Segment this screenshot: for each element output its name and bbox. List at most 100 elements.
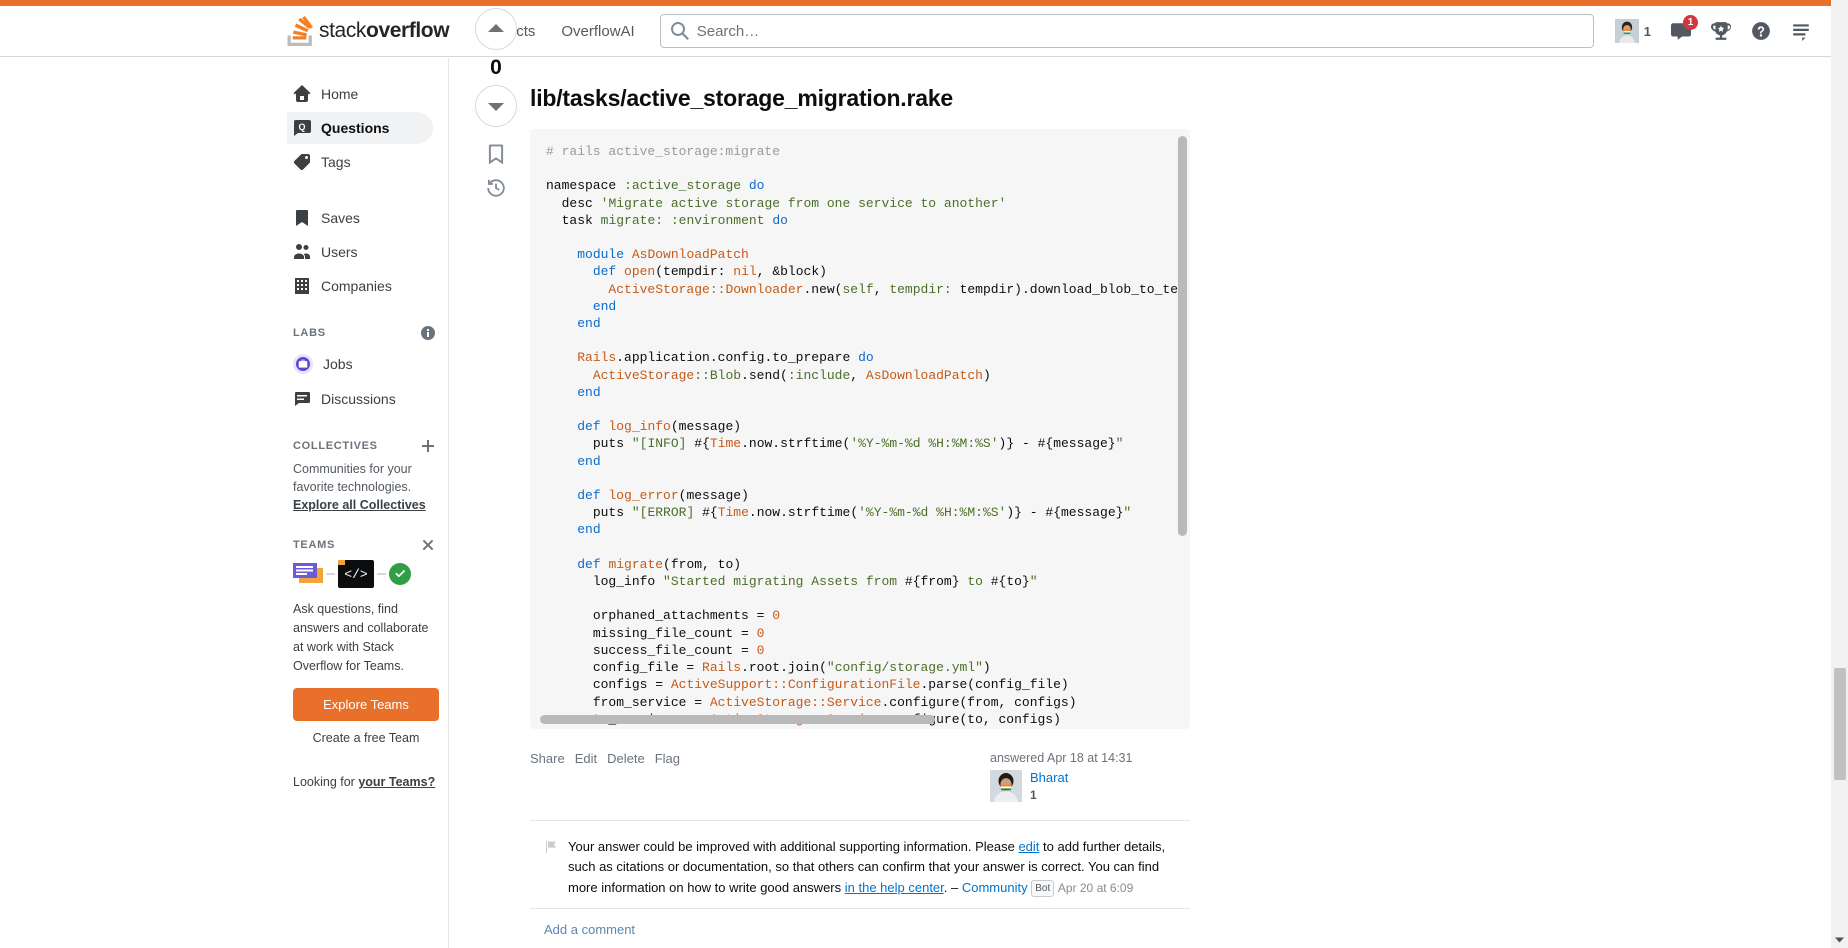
chat-bubble-icon (293, 563, 323, 585)
inbox-badge: 1 (1683, 15, 1698, 30)
svg-text:Q: Q (298, 122, 305, 132)
code-vertical-scrollbar[interactable] (1178, 136, 1187, 536)
sidebar-item-label: Users (321, 244, 358, 260)
briefcase-icon (293, 354, 313, 374)
question-icon: Q (293, 119, 311, 137)
delete-button[interactable]: Delete (607, 751, 645, 766)
answer-main-content: lib/tasks/active_storage_migration.rake … (530, 58, 1190, 937)
hamburger-icon (1791, 21, 1811, 41)
sidebar-item-label: Companies (321, 278, 392, 294)
sidebar-item-companies[interactable]: Companies (287, 270, 433, 302)
teams-graphic: </> (293, 560, 439, 589)
chevron-down-icon[interactable] (1834, 932, 1845, 943)
looking-for-prefix: Looking for (293, 775, 359, 790)
sidebar-item-tags[interactable]: Tags (287, 146, 433, 178)
comment-text: Your answer could be improved with addit… (568, 837, 1190, 898)
bookmark-icon[interactable] (485, 143, 507, 165)
sidebar-item-jobs[interactable]: Jobs (287, 347, 433, 381)
logo-text-bold: overflow (366, 19, 450, 42)
building-icon (293, 277, 311, 295)
discussion-icon (293, 390, 311, 408)
trophy-icon (1711, 21, 1732, 41)
upvote-button[interactable] (475, 8, 517, 50)
bookmark-icon (293, 209, 311, 227)
teams-copy: Ask questions, find answers and collabor… (293, 602, 429, 673)
flag-icon[interactable] (544, 840, 558, 854)
flag-button[interactable]: Flag (655, 751, 680, 766)
sidebar-item-discussions[interactable]: Discussions (287, 383, 433, 415)
comment-author-link[interactable]: Community (962, 880, 1028, 895)
teams-title: TEAMS (293, 539, 335, 552)
sidebar-item-saves[interactable]: Saves (287, 202, 433, 234)
sidebar-item-users[interactable]: Users (287, 236, 433, 268)
create-free-team-link[interactable]: Create a free Team (293, 731, 439, 745)
avatar (1614, 19, 1639, 43)
connector-dash (326, 573, 335, 576)
browser-scrollbar-thumb[interactable] (1834, 668, 1846, 780)
sidebar-item-label: Home (321, 86, 359, 102)
page-root: stackoverflow Products OverflowAI (0, 0, 1848, 948)
edit-button[interactable]: Edit (575, 751, 597, 766)
site-switcher-button[interactable] (1782, 15, 1820, 47)
looking-for-teams: Looking for your Teams? (293, 775, 439, 789)
comment-date: Apr 20 at 6:09 (1057, 880, 1134, 895)
downvote-button[interactable] (475, 85, 517, 127)
search-icon (670, 21, 689, 40)
code-block[interactable]: # rails active_storage:migrate namespace… (530, 129, 1190, 729)
author-reputation: 1 (1030, 788, 1037, 803)
users-icon (293, 243, 311, 261)
user-meta: Bharat 1 (1030, 770, 1068, 802)
inbox-button[interactable]: 1 (1662, 15, 1700, 47)
comment-part-1: Your answer could be improved with addit… (568, 839, 1019, 855)
home-icon (293, 85, 311, 103)
history-icon[interactable] (485, 177, 507, 199)
sidebar-item-questions[interactable]: Q Questions (287, 112, 433, 144)
stackoverflow-logo[interactable]: stackoverflow (287, 16, 450, 46)
your-teams-link[interactable]: your Teams? (358, 775, 435, 789)
logo-wordmark: stackoverflow (319, 19, 450, 43)
check-circle-icon (389, 563, 411, 586)
sidebar-item-label: Questions (321, 120, 390, 136)
explore-teams-button[interactable]: Explore Teams (293, 688, 439, 722)
help-icon (1751, 21, 1771, 41)
share-button[interactable]: Share (530, 751, 565, 766)
site-header: stackoverflow Products OverflowAI (0, 6, 1848, 57)
info-icon[interactable] (421, 326, 435, 340)
avatar[interactable] (990, 770, 1022, 802)
comment-help-center-link[interactable]: in the help center (845, 880, 944, 895)
vote-score: 0 (490, 56, 502, 79)
add-comment-link[interactable]: Add a comment (530, 907, 1190, 937)
search-input[interactable] (696, 15, 1593, 47)
sidebar-item-home[interactable]: Home (287, 78, 433, 110)
help-button[interactable] (1742, 15, 1780, 47)
answered-timestamp: answered Apr 18 at 14:31 (990, 751, 1133, 765)
vote-column: 0 (475, 8, 517, 199)
user-profile-button[interactable]: 1 (1606, 13, 1660, 49)
reputation-count: 1 (1643, 23, 1651, 39)
connector-dash (377, 573, 386, 576)
plus-icon[interactable] (421, 439, 435, 453)
explore-all-collectives-link[interactable]: Explore all Collectives (293, 498, 426, 512)
sidebar-item-label: Discussions (321, 391, 396, 407)
labs-title: LABS (293, 327, 326, 339)
comment-part-3: . – (943, 879, 962, 895)
collectives-blurb-text: Communities for your favorite technologi… (293, 462, 412, 495)
sidebar-item-label: Saves (321, 210, 360, 226)
bot-badge: Bot (1031, 879, 1055, 898)
teams-section-header: TEAMS (287, 538, 435, 552)
author-name[interactable]: Bharat (1030, 770, 1068, 786)
sidebar-nav-list: Home Q Questions Tags Saves Users Compan… (287, 78, 439, 789)
close-icon[interactable] (421, 538, 435, 552)
stackoverflow-logo-icon (287, 16, 314, 46)
search-box[interactable] (659, 14, 1594, 48)
browser-scrollbar-track[interactable] (1831, 0, 1848, 948)
code-window-icon: </> (338, 560, 374, 589)
header-right-controls: 1 1 (1606, 13, 1820, 49)
achievements-button[interactable] (1702, 15, 1740, 47)
comment-edit-link[interactable]: edit (1018, 839, 1039, 854)
collectives-blurb: Communities for your favorite technologi… (287, 460, 439, 514)
arrow-up-icon (488, 24, 504, 32)
nav-overflowai[interactable]: OverflowAI (548, 14, 647, 49)
code-horizontal-scrollbar[interactable] (540, 715, 935, 724)
post-actions-row: Share Edit Delete Flag answered Apr 18 a… (530, 751, 1190, 802)
